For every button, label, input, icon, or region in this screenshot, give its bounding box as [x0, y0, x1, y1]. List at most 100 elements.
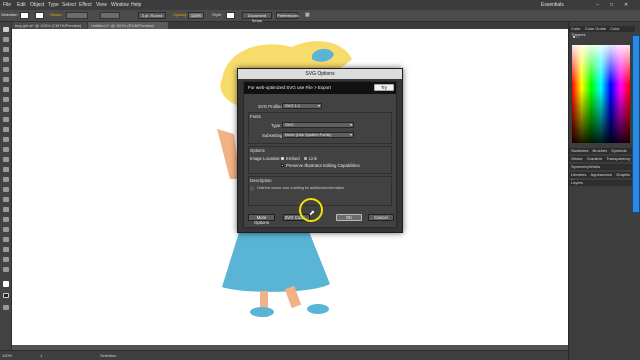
workspace-switcher[interactable]: Essentials: [541, 2, 564, 8]
magic-wand-tool-icon[interactable]: [2, 46, 10, 53]
collapsed-panel-strip[interactable]: [632, 35, 640, 213]
mouse-pointer-icon: ⬈: [309, 210, 315, 217]
artboard-tool-icon[interactable]: [2, 236, 10, 243]
free-transform-tool-icon[interactable]: [2, 146, 10, 153]
embed-label: Embed: [286, 156, 300, 161]
tab-layers[interactable]: Layers: [569, 180, 635, 186]
eyedropper-tool-icon[interactable]: [2, 196, 10, 203]
menu-select[interactable]: Select: [62, 2, 76, 8]
screen-mode-icon[interactable]: [2, 304, 10, 311]
try-button[interactable]: Try: [374, 84, 394, 91]
fill-stroke-preview[interactable]: ■ □: [571, 34, 601, 40]
menu-object[interactable]: Object: [30, 2, 44, 8]
restore-icon[interactable]: □: [610, 2, 613, 8]
info-icon: ⓘ: [250, 186, 254, 191]
tab-color[interactable]: Color: [571, 26, 581, 31]
menu-window[interactable]: Window: [111, 2, 129, 8]
status-bar: 100% 1 Selection: [0, 350, 568, 360]
opacity-field[interactable]: 100%: [188, 12, 204, 19]
color-spectrum[interactable]: [572, 45, 630, 143]
style-swatch[interactable]: [226, 12, 235, 19]
link-radio[interactable]: [304, 157, 307, 160]
line-tool-icon[interactable]: [2, 76, 10, 83]
scale-tool-icon[interactable]: [2, 126, 10, 133]
mesh-tool-icon[interactable]: [2, 176, 10, 183]
tools-panel: [0, 22, 12, 350]
rectangle-tool-icon[interactable]: [2, 86, 10, 93]
tab-libraries[interactable]: Libraries: [571, 172, 586, 177]
svg-profiles-value: SVG 1.1: [285, 103, 301, 108]
stroke-swatch[interactable]: [35, 12, 44, 19]
subsetting-select[interactable]: None (Use System Fonts) ▾: [282, 132, 354, 138]
graph-tool-icon[interactable]: [2, 226, 10, 233]
fill-color-icon[interactable]: [2, 280, 10, 288]
tab-appearance[interactable]: Appearance: [590, 172, 612, 177]
doc-tab-bug-girl[interactable]: bug girl.ai* @ 100% (CMYK/Preview): [12, 22, 87, 29]
close-icon[interactable]: ✕: [624, 2, 628, 8]
shape-builder-tool-icon[interactable]: [2, 156, 10, 163]
ok-button[interactable]: OK: [336, 214, 362, 221]
right-shoe: [307, 304, 329, 314]
blend-tool-icon[interactable]: [2, 206, 10, 213]
color-panel-tabs: Color Color Guide Color Themes: [569, 26, 635, 37]
menu-help[interactable]: Help: [131, 2, 141, 8]
description-text: Hold the cursor over a setting for addit…: [257, 186, 346, 190]
artboard-number[interactable]: 1: [40, 353, 42, 358]
zoom-tool-icon[interactable]: [2, 266, 10, 273]
document-tab-bar: bug girl.ai* @ 100% (CMYK/Preview) Untit…: [12, 22, 568, 29]
tab-gradient[interactable]: Gradient: [587, 156, 602, 161]
libraries-panel-tabs: Libraries Appearance Graphic Styles: [569, 172, 635, 183]
tab-color-guide[interactable]: Color Guide: [585, 26, 606, 31]
perspective-grid-tool-icon[interactable]: [2, 166, 10, 173]
dress: [222, 229, 330, 292]
more-options-button[interactable]: More Options: [248, 214, 275, 225]
stroke-weight-field[interactable]: [66, 12, 88, 19]
pencil-tool-icon[interactable]: [2, 106, 10, 113]
embed-radio[interactable]: [281, 157, 284, 160]
options-section-label: Options: [250, 148, 265, 153]
preserve-checkbox[interactable]: [281, 164, 284, 167]
zoom-level[interactable]: 100%: [2, 353, 12, 358]
symbol-sprayer-tool-icon[interactable]: [2, 216, 10, 223]
font-type-select[interactable]: SVG ▾: [282, 122, 354, 128]
tab-swatches[interactable]: Swatches: [571, 148, 588, 153]
left-shoe: [250, 307, 274, 317]
slice-tool-icon[interactable]: [2, 246, 10, 253]
opacity-label: Opacity:: [173, 12, 188, 17]
direct-selection-tool-icon[interactable]: [2, 36, 10, 43]
tab-stroke[interactable]: Stroke: [571, 156, 583, 161]
minimize-icon[interactable]: –: [596, 2, 599, 8]
rotate-tool-icon[interactable]: [2, 116, 10, 123]
arrange-icon[interactable]: ▦: [305, 12, 310, 18]
fill-swatch[interactable]: [20, 12, 29, 19]
stroke-color-icon[interactable]: [2, 292, 10, 299]
gradient-tool-icon[interactable]: [2, 186, 10, 193]
preferences-button[interactable]: Preferences: [276, 12, 299, 19]
svg-profiles-label: SVG Profiles:: [258, 104, 284, 109]
type-tool-icon[interactable]: [2, 66, 10, 73]
width-tool-icon[interactable]: [2, 136, 10, 143]
hand-tool-icon[interactable]: [2, 256, 10, 263]
subsetting-value: None (Use System Fonts): [285, 132, 332, 137]
menu-type[interactable]: Type: [48, 2, 59, 8]
menu-file[interactable]: File: [3, 2, 11, 8]
selection-tool-icon[interactable]: [2, 26, 10, 33]
tab-transparency[interactable]: Transparency: [606, 156, 630, 161]
tab-symmetryworks[interactable]: SymmetryWorks: [569, 164, 635, 170]
tab-symbols[interactable]: Symbols: [611, 148, 626, 153]
chevron-down-icon: ▾: [349, 132, 352, 137]
paintbrush-tool-icon[interactable]: [2, 96, 10, 103]
tab-brushes[interactable]: Brushes: [592, 148, 607, 153]
selection-label: Selection: [1, 12, 18, 17]
pen-tool-icon[interactable]: [2, 56, 10, 63]
variable-width-select[interactable]: [100, 12, 120, 19]
cancel-button[interactable]: Cancel: [368, 214, 394, 221]
menu-effect[interactable]: Effect: [79, 2, 92, 8]
document-setup-button[interactable]: Document Setup: [242, 12, 272, 23]
svg-profiles-select[interactable]: SVG 1.1 ▾: [282, 103, 322, 109]
swatches-panel-tabs: Swatches Brushes Symbols: [569, 148, 635, 154]
menu-edit[interactable]: Edit: [17, 2, 26, 8]
doc-tab-untitled[interactable]: Untitled-1* @ 100% (RGB/Preview): [88, 22, 168, 29]
menu-view[interactable]: View: [96, 2, 107, 8]
brush-select[interactable]: 3 pt. Round: [138, 12, 166, 19]
